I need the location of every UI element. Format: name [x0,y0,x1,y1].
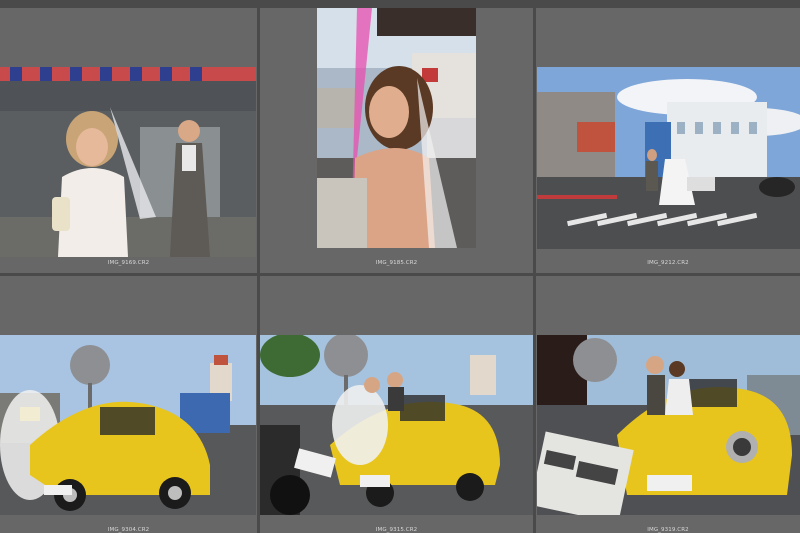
street-crossing-photo [537,67,800,249]
filename-label: IMG_9212.CR2 [647,260,689,266]
filename-label: IMG_9315.CR2 [375,527,418,533]
filename-label: IMG_9304.CR2 [107,527,150,533]
thumbnail-grid: IMG_9169.CR2 IMG_9185.CR2 IMG_9212.CR2 I… [0,0,800,533]
photo-thumbnail[interactable] [537,67,800,249]
photo-thumbnail[interactable] [260,335,533,515]
thumbnail-cell[interactable]: IMG_9169.CR2 [0,8,257,273]
thumbnail-cell[interactable]: IMG_9315.CR2 [260,276,533,533]
photo-thumbnail[interactable] [0,335,256,515]
filename-label: IMG_9319.CR2 [647,527,689,533]
thumbnail-cell[interactable]: IMG_9304.CR2 [0,276,257,533]
wedding-cafe-photo [0,67,256,257]
photo-thumbnail[interactable] [537,335,800,515]
beetle-motorbike-photo [260,335,533,515]
photo-thumbnail[interactable] [0,67,256,257]
filename-label: IMG_9169.CR2 [107,260,150,266]
thumbnail-cell[interactable]: IMG_9319.CR2 [536,276,800,533]
beetle-couple-photo [537,335,800,515]
wedding-portrait-photo [317,8,476,248]
thumbnail-cell[interactable]: IMG_9212.CR2 [536,8,800,273]
filename-label: IMG_9185.CR2 [375,260,418,266]
yellow-beetle-photo [0,335,256,515]
photo-thumbnail[interactable] [317,8,476,248]
thumbnail-cell[interactable]: IMG_9185.CR2 [260,8,533,273]
